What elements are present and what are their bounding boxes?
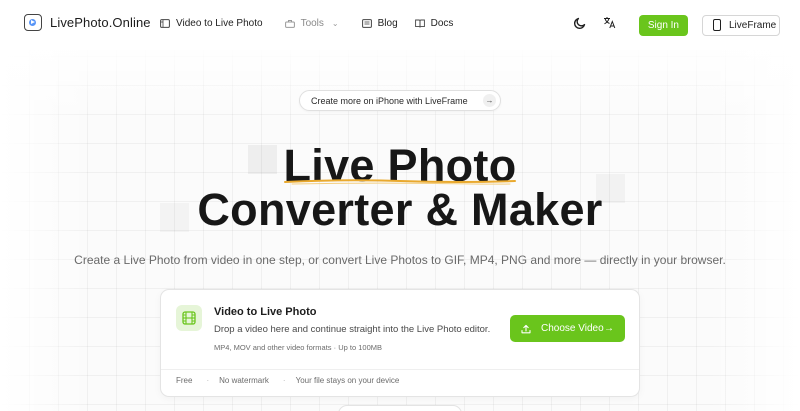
moon-icon <box>573 16 587 35</box>
header-actions: Sign In LiveFrame <box>569 14 780 36</box>
nav-label: Video to Live Photo <box>176 18 263 29</box>
hero-title-line-2: Converter & Maker <box>197 184 603 235</box>
toolbox-icon <box>284 19 295 28</box>
dropzone[interactable]: Video to Live Photo Drop a video here an… <box>161 290 639 360</box>
nav-label: Docs <box>430 18 454 29</box>
pill-label: Create more on iPhone with LiveFrame <box>311 95 468 106</box>
phone-icon <box>713 19 721 31</box>
liveframe-label: LiveFrame <box>729 19 777 31</box>
separator-dot: · <box>282 376 286 385</box>
nav-item-video-to-live-photo[interactable]: Video to Live Photo <box>160 18 263 29</box>
book-icon <box>414 19 425 28</box>
sign-in-button[interactable]: Sign In <box>638 14 688 36</box>
main-nav: Video to Live Photo Tools ⌄ Blog Docs <box>160 18 453 29</box>
theme-toggle-button[interactable] <box>569 14 591 36</box>
divider <box>161 369 639 370</box>
nav-label: Tools <box>300 18 324 29</box>
feature-no-watermark: No watermark <box>219 376 269 385</box>
choose-video-button[interactable]: Choose Video → <box>510 315 625 342</box>
film-icon <box>176 305 202 331</box>
upload-card[interactable]: Video to Live Photo Drop a video here an… <box>160 289 640 397</box>
card-format-info: MP4, MOV and other video formats · Up to… <box>214 343 382 352</box>
feature-list: Free · No watermark · Your file stays on… <box>176 376 399 385</box>
newspaper-icon <box>361 19 372 28</box>
liveframe-button[interactable]: LiveFrame <box>702 14 780 36</box>
logo-text: LivePhoto.Online <box>50 15 151 30</box>
chevron-down-icon: ⌄ <box>331 19 339 28</box>
nav-label: Blog <box>377 18 398 29</box>
choose-video-label: Choose Video <box>541 323 604 334</box>
arrow-right-icon: → <box>604 323 614 334</box>
liveframe-promo-pill[interactable]: Create more on iPhone with LiveFrame → <box>299 90 501 111</box>
top-nav-bar: LivePhoto.Online Video to Live Photo Too… <box>0 0 800 50</box>
nav-item-tools[interactable]: Tools ⌄ <box>284 18 339 29</box>
feature-local-processing: Your file stays on your device <box>295 376 400 385</box>
logo-icon <box>24 14 42 31</box>
card-description: Drop a video here and continue straight … <box>214 324 491 335</box>
film-icon <box>160 19 170 28</box>
feature-free: Free <box>176 376 193 385</box>
translate-icon <box>603 16 616 34</box>
separator-dot: · <box>206 376 210 385</box>
upload-icon <box>521 324 531 334</box>
hero-subtitle: Create a Live Photo from video in one st… <box>74 253 726 267</box>
nav-item-blog[interactable]: Blog <box>361 18 398 29</box>
language-button[interactable] <box>599 14 621 36</box>
nav-item-docs[interactable]: Docs <box>414 18 454 29</box>
arrow-right-icon: → <box>483 94 496 107</box>
card-title: Video to Live Photo <box>214 306 317 318</box>
logo[interactable]: LivePhoto.Online <box>24 14 151 31</box>
next-section-edge <box>338 405 462 411</box>
